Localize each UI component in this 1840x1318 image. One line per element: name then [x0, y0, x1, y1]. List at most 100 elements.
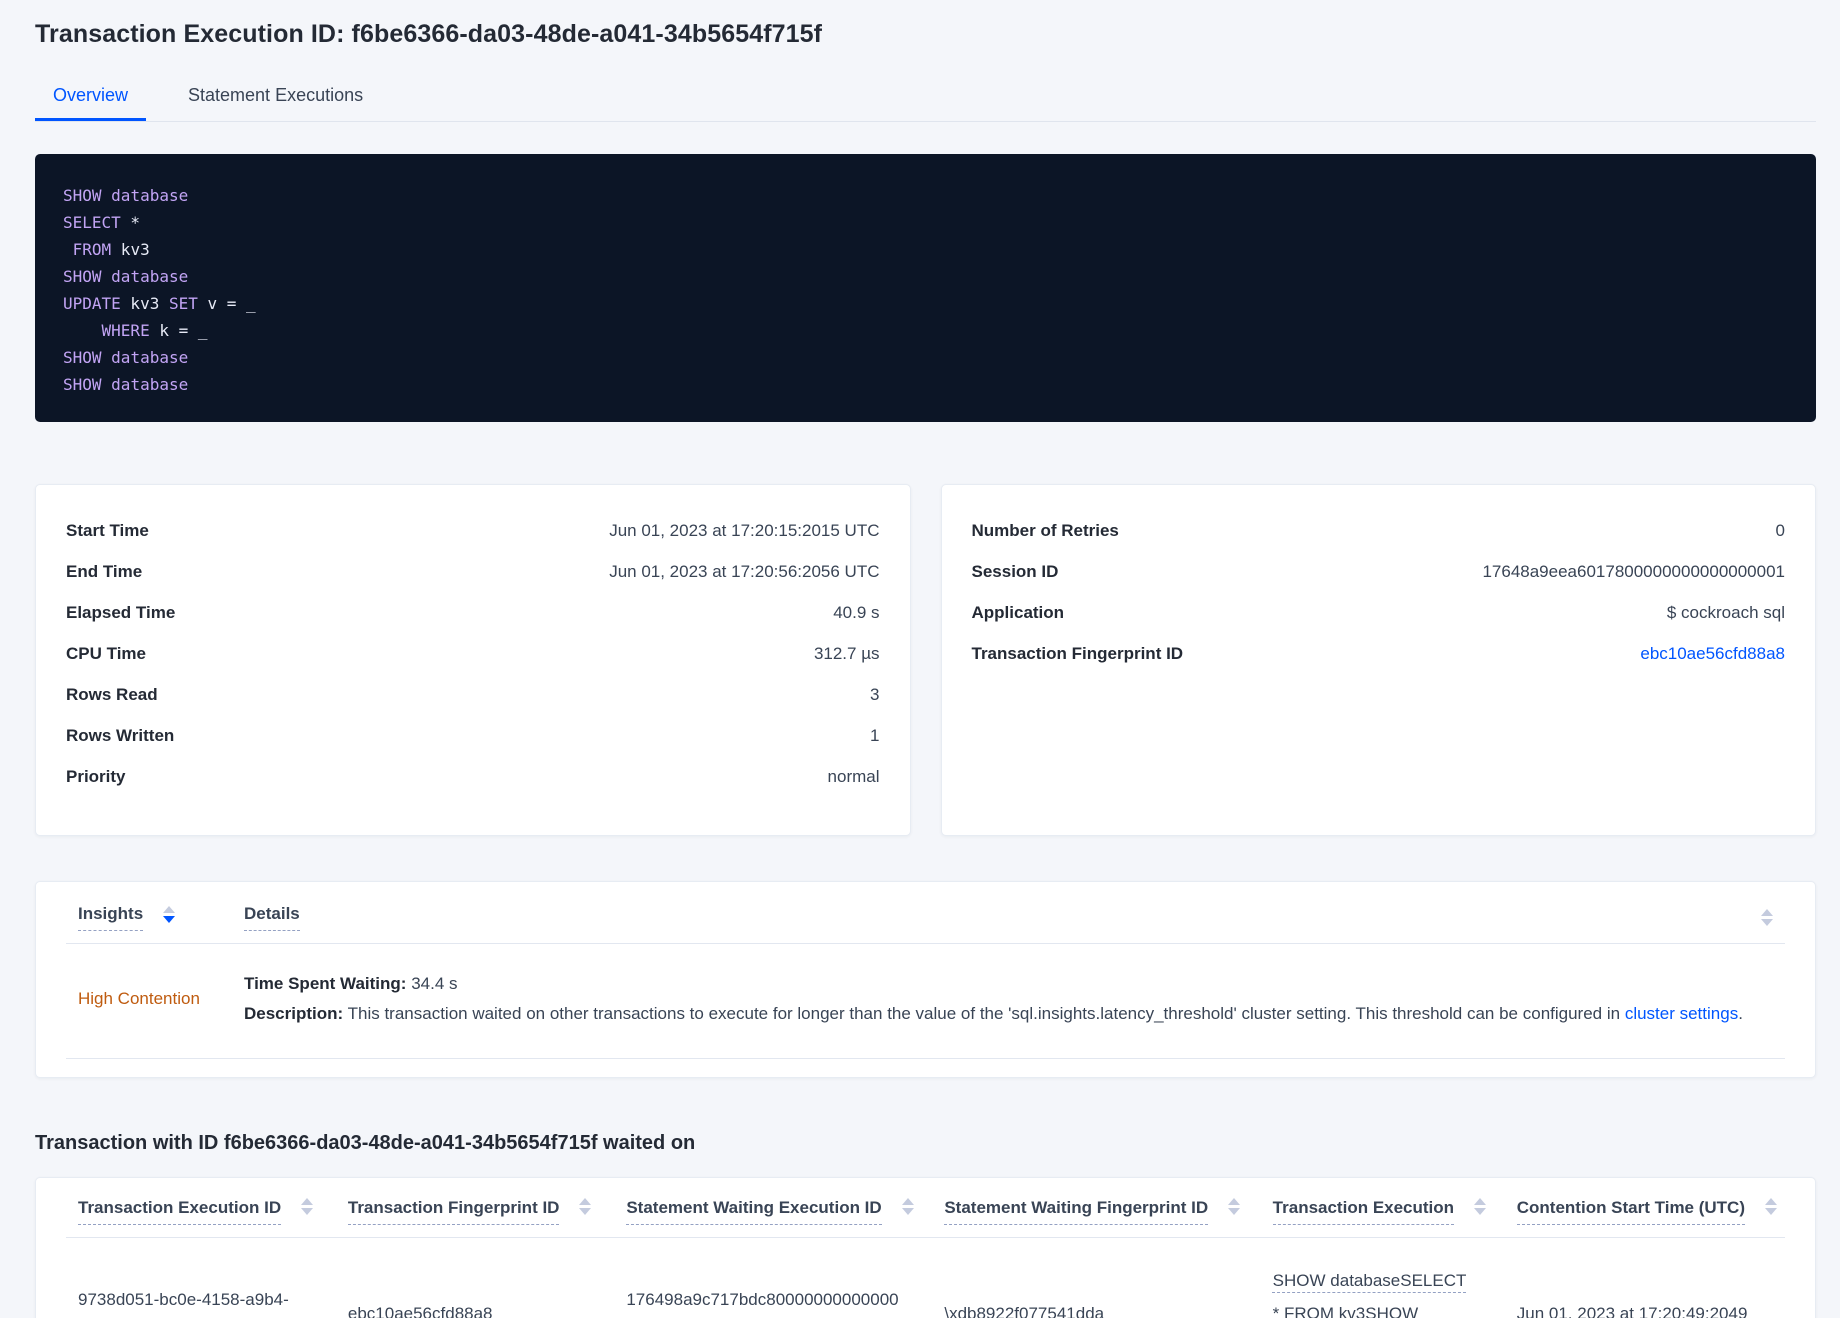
summary-value: Jun 01, 2023 at 17:20:56:2056 UTC — [609, 561, 880, 581]
cell-transaction-fingerprint-id: ebc10ae56cfd88a8 — [336, 1300, 614, 1318]
sort-down-icon — [301, 1208, 314, 1215]
sort-icon[interactable] — [301, 1198, 314, 1215]
sql-line: SHOW database — [63, 182, 1788, 209]
cluster-settings-link[interactable]: cluster settings — [1625, 1004, 1738, 1023]
waited-on-table-header: Transaction Execution ID Transaction Fing… — [66, 1178, 1785, 1238]
tab-overview[interactable]: Overview — [35, 75, 146, 121]
column-header-contention-start-time-utc: Contention Start Time (UTC) — [1505, 1198, 1785, 1225]
waited-on-table-body: 9738d051-bc0e-4158-a9b4-1903586ddd42 ebc1… — [66, 1238, 1785, 1318]
column-header-statement-waiting-execution-id: Statement Waiting Execution ID — [614, 1198, 932, 1225]
summary-row-elapsed-time: Elapsed Time 40.9 s — [66, 592, 880, 633]
details-column-header: Details — [244, 904, 1761, 931]
summary-value: 40.9 s — [833, 602, 880, 622]
summary-row-cpu-time: CPU Time 312.7 µs — [66, 633, 880, 674]
summary-row-rows-written: Rows Written 1 — [66, 715, 880, 756]
insight-description: Description: This transaction waited on … — [244, 999, 1785, 1029]
cell-value: Jun 01, 2023 at 17:20:49:2049 — [1516, 1303, 1748, 1318]
sort-icon[interactable] — [1228, 1198, 1241, 1215]
tab-statement-executions[interactable]: Statement Executions — [170, 75, 381, 121]
sort-up-icon — [1761, 908, 1773, 916]
cell-statement-waiting-fingerprint-id: \xdb8922f077541dda — [932, 1300, 1260, 1318]
summary-value: ebc10ae56cfd88a8 — [1640, 644, 1785, 664]
summary-label: Rows Read — [66, 684, 158, 704]
page-title: Transaction Execution ID: f6be6366-da03-… — [35, 20, 823, 48]
sql-keyword: SHOW — [63, 375, 102, 394]
summary-value: 312.7 µs — [813, 643, 880, 663]
column-header-label[interactable]: Transaction Execution — [1272, 1198, 1455, 1225]
insight-row: High Contention Time Spent Waiting: 34.4… — [66, 944, 1785, 1059]
time-spent-waiting-label: Time Spent Waiting: — [244, 974, 407, 993]
sort-down-icon — [579, 1208, 592, 1215]
sort-down-icon — [1765, 1208, 1777, 1215]
sort-down-icon — [163, 916, 176, 924]
column-header-label[interactable]: Contention Start Time (UTC) — [1516, 1198, 1745, 1225]
sort-icon[interactable] — [901, 1198, 914, 1215]
summary-label: Transaction Fingerprint ID — [971, 643, 1184, 663]
cell-value: \xdb8922f077541dda — [944, 1303, 1105, 1318]
summary-row-session-id: Session ID 17648a9eea60178000000000000000… — [972, 551, 1786, 592]
sort-up-icon — [163, 906, 176, 914]
cell-value: 9738d051-bc0e-4158-a9b4-1903586ddd42 — [78, 1289, 289, 1318]
summary-label: Elapsed Time — [66, 602, 176, 622]
sql-keyword: SET — [168, 294, 198, 313]
summary-row-transaction-fingerprint-id: Transaction Fingerprint ID ebc10ae56cfd88… — [972, 633, 1786, 674]
sql-keyword: SHOW — [63, 186, 102, 205]
sql-keyword: database — [111, 348, 189, 367]
column-header-label[interactable]: Transaction Execution ID — [78, 1198, 282, 1225]
sort-down-icon — [1228, 1208, 1241, 1215]
transaction-details-page: Transaction Execution ID: f6be6366-da03-… — [0, 0, 1840, 1318]
transaction-execution-link[interactable]: SHOW databaseSELECT * FROM kv3SHOW datab… — [1273, 1264, 1473, 1318]
insight-details: Time Spent Waiting: 34.4 s Description: … — [244, 969, 1785, 1029]
sql-text: k = _ — [149, 321, 208, 340]
summary-cards-row: Start Time Jun 01, 2023 at 17:20:15:2015 … — [35, 484, 1816, 836]
sort-up-icon — [901, 1198, 914, 1205]
summary-label: CPU Time — [66, 643, 146, 663]
column-header-label[interactable]: Statement Waiting Fingerprint ID — [944, 1198, 1209, 1225]
sql-keyword: database — [111, 267, 189, 286]
summary-value: Jun 01, 2023 at 17:20:15:2015 UTC — [609, 520, 880, 540]
sql-keyword: UPDATE — [63, 294, 121, 313]
sql-keyword: SHOW — [63, 267, 102, 286]
sort-icon[interactable] — [1765, 1198, 1777, 1215]
sql-line: SHOW database — [63, 371, 1788, 398]
sql-keyword: database — [111, 375, 189, 394]
sort-icon[interactable] — [579, 1198, 592, 1215]
summary-row-start-time: Start Time Jun 01, 2023 at 17:20:15:2015 … — [66, 510, 880, 551]
summary-value: normal — [827, 766, 880, 786]
column-header-label[interactable]: Statement Waiting Execution ID — [626, 1198, 882, 1225]
sort-up-icon — [301, 1198, 314, 1205]
column-header-label[interactable]: Transaction Fingerprint ID — [347, 1198, 560, 1225]
sql-line: FROM kv3 — [63, 236, 1788, 263]
sql-keyword: database — [111, 186, 189, 205]
cell-value: ebc10ae56cfd88a8 — [347, 1303, 493, 1318]
waited-on-heading: Transaction with ID f6be6366-da03-48de-a… — [35, 1132, 696, 1154]
description-text: This transaction waited on other transac… — [347, 1004, 1625, 1023]
summary-label: Priority — [66, 766, 126, 786]
summary-label: Start Time — [66, 520, 149, 540]
table-row: 9738d051-bc0e-4158-a9b4-1903586ddd42 ebc1… — [66, 1238, 1785, 1318]
execution-summary-card: Start Time Jun 01, 2023 at 17:20:15:2015 … — [35, 484, 911, 836]
transaction-fingerprint-link[interactable]: ebc10ae56cfd88a8 — [1640, 644, 1785, 663]
sort-icon[interactable] — [1761, 908, 1773, 926]
cell-value: 176498a9c717bdc80000000000000001 — [626, 1289, 899, 1318]
summary-label: Session ID — [971, 561, 1059, 581]
summary-value: $ cockroach sql — [1666, 602, 1785, 622]
sort-icon[interactable] — [163, 906, 176, 924]
sort-icon[interactable] — [1474, 1198, 1487, 1215]
sql-line: WHERE k = _ — [63, 317, 1788, 344]
description-label: Description: — [244, 1004, 344, 1023]
insights-header-right — [1761, 908, 1785, 927]
summary-row-number-of-retries: Number of Retries 0 — [972, 510, 1786, 551]
summary-value: 17648a9eea6017800000000000000001 — [1482, 561, 1785, 581]
sql-text: kv3 — [111, 240, 150, 259]
waited-on-table-card: Transaction Execution ID Transaction Fing… — [35, 1177, 1816, 1318]
column-header-transaction-execution: Transaction Execution — [1261, 1198, 1505, 1225]
insights-column-label[interactable]: Insights — [78, 904, 144, 931]
insights-table-header: Insights Details — [66, 882, 1785, 944]
summary-row-priority: Priority normal — [66, 756, 880, 797]
summary-value: 3 — [870, 684, 880, 704]
